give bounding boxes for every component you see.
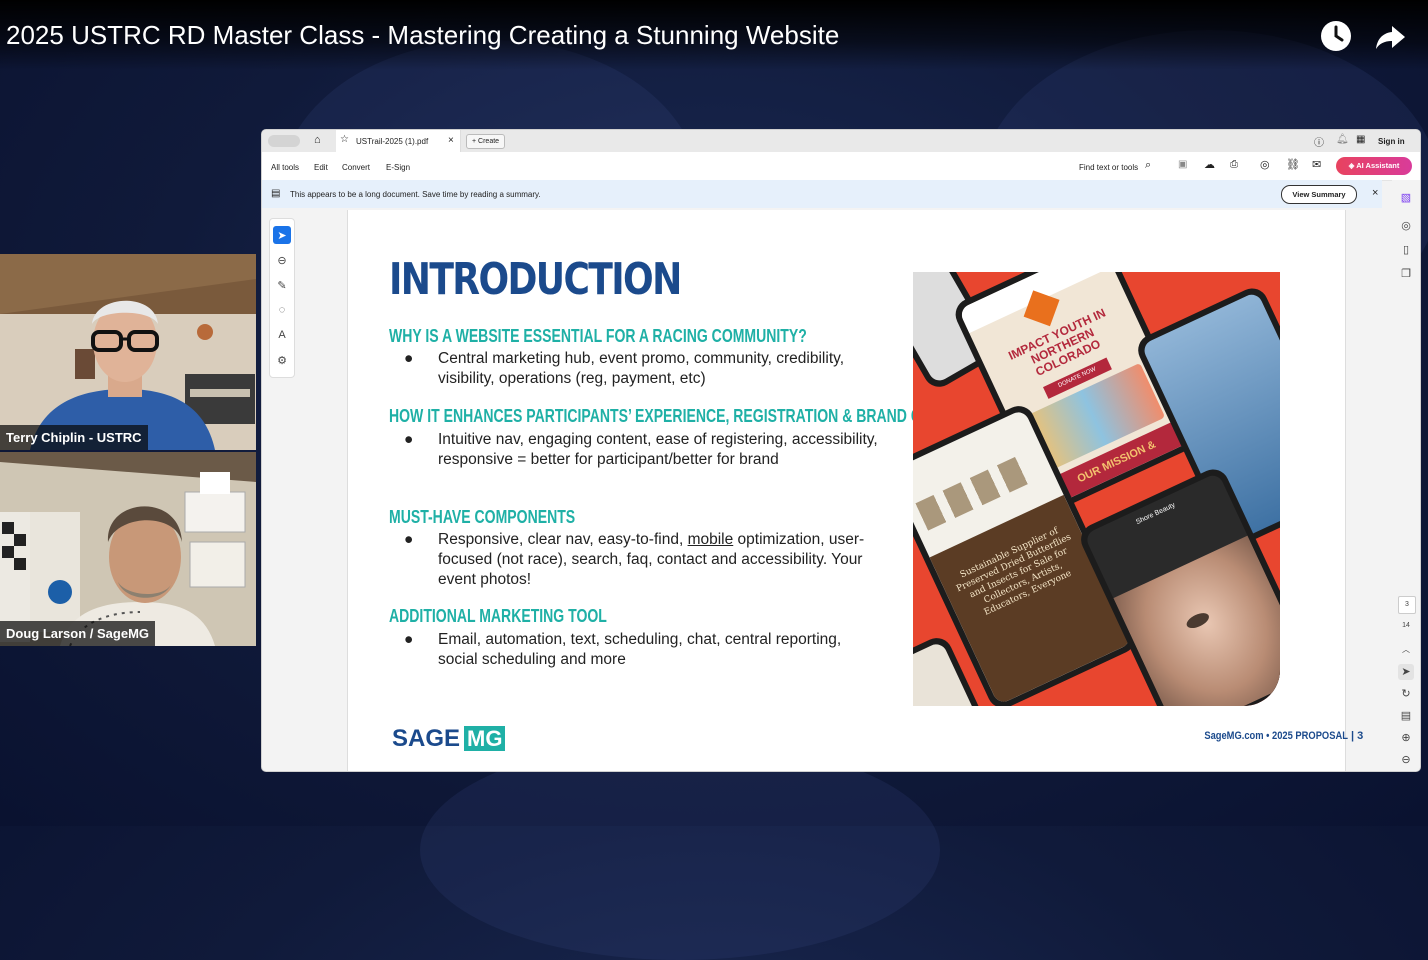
bell-icon[interactable]: 🔔︎ [1336,134,1349,145]
star-icon[interactable]: ☆ [340,134,349,145]
slide-page-number: 3 [1357,730,1364,742]
apps-grid-icon[interactable]: ▦ [1356,134,1365,145]
bullet-text: Central marketing hub, event promo, comm… [438,350,845,387]
window-pill[interactable] [268,135,300,147]
bullet-dot: ● [404,350,414,367]
video-title: 2025 USTRC RD Master Class - Mastering C… [6,20,840,50]
mobile-link[interactable]: mobile [688,531,734,548]
summary-message: This appears to be a long document. Save… [290,190,541,199]
participant-2-image [0,452,256,646]
menu-bar: All tools Edit Convert E-Sign Find text … [262,152,1420,181]
create-label: Create [478,138,500,145]
close-banner-icon[interactable]: × [1372,187,1378,199]
pdf-viewer-window: ⌂ ☆ USTrail-2025 (1).pdf × + Create ⓘ 🔔︎… [262,130,1420,771]
section-bullet: ● Central marketing hub, event promo, co… [404,349,874,389]
section-bullet: ● Intuitive nav, engaging content, ease … [404,430,878,490]
right-rail: ▧ ◎ ▯ ❐ 3 14 ︿ ➤ ↻ ▤ ⊕ ⊖ [1392,180,1420,771]
summary-banner: ▤ This appears to be a long document. Sa… [262,180,1382,208]
sagemg-logo: SAGE MG [392,725,506,753]
page-number-current[interactable]: 3 [1398,596,1416,614]
sign-in-link[interactable]: Sign in [1378,137,1405,146]
pages-icon[interactable]: ❐ [1398,266,1414,282]
upload-cloud-icon[interactable]: ☁ [1204,158,1215,171]
zoom-out-icon[interactable]: ⊖ [1398,752,1414,768]
ai-summary-icon[interactable]: ▧ [1398,190,1414,206]
tab-bar: ⌂ ☆ USTrail-2025 (1).pdf × + Create ⓘ 🔔︎… [262,130,1420,153]
pen-tool-icon[interactable]: ✎ [273,276,291,294]
rotate-icon[interactable]: ↻ [1398,686,1414,702]
link-icon[interactable]: ⛓︎ [1286,158,1300,171]
slide-footer: SageMG.com • 2025 PROPOSAL | 3 [1204,730,1364,742]
summary-icon: ▤ [271,188,281,199]
view-summary-button[interactable]: View Summary [1281,185,1357,204]
share-icon[interactable] [1372,18,1408,54]
section-heading: HOW IT ENHANCES PARTICIPANTS’ EXPERIENCE… [389,406,951,426]
footer-text: SageMG.com • 2025 PROPOSAL [1204,730,1348,742]
ai-assistant-label: AI Assistant [1356,161,1400,170]
menu-all-tools[interactable]: All tools [271,163,299,172]
page-up-icon[interactable]: ︿ [1398,642,1414,658]
tab-pdf[interactable]: ☆ USTrail-2025 (1).pdf × [336,130,461,152]
home-icon[interactable]: ⌂ [314,134,321,146]
page-save-icon[interactable]: ▤ [1398,708,1414,724]
save-icon[interactable]: ▣ [1178,159,1187,170]
participant-video-1: Terry Chiplin - USTRC [0,254,256,450]
bullet-dot: ● [404,431,414,448]
plus-icon: + [472,138,477,145]
zoom-in-icon[interactable]: ⊕ [1398,730,1414,746]
menu-convert[interactable]: Convert [342,163,370,172]
pdf-page: INTRODUCTION WHY IS A WEBSITE ESSENTIAL … [347,210,1363,771]
create-button[interactable]: + Create [466,134,506,149]
logo-sage: SAGE [392,725,461,752]
bullet-text-pre: Responsive, clear nav, easy-to-find, [438,531,688,548]
slide-title: INTRODUCTION [389,254,682,305]
participant-name-tag: Terry Chiplin - USTRC [0,425,148,450]
participant-1-image [0,254,256,450]
participant-video-2: Doug Larson / SageMG [0,452,256,646]
zoom-tool-icon[interactable]: ⊖ [273,251,291,269]
lasso-tool-icon[interactable]: ◌ [273,301,291,319]
section-bullet: ● Email, automation, text, scheduling, c… [404,630,874,670]
tab-label: USTrail-2025 (1).pdf [356,137,429,146]
page-number-total: 14 [1402,622,1410,629]
section-bullet: ● Responsive, clear nav, easy-to-find, m… [404,530,874,590]
ai-assistant-icon: ◈ [1348,161,1355,170]
bullet-text: Intuitive nav, engaging content, ease of… [438,431,878,468]
search-icon[interactable]: ⌕ [1145,159,1151,172]
select-cursor-icon[interactable]: ➤ [273,226,291,244]
section-heading: WHY IS A WEBSITE ESSENTIAL FOR A RACING … [389,326,807,346]
logo-mg: MG [464,726,506,751]
background-shape [420,740,940,960]
bullet-dot: ● [404,531,414,548]
participant-name-tag: Doug Larson / SageMG [0,621,156,646]
bullet-text: Responsive, clear nav, easy-to-find, mob… [438,530,878,590]
left-toolbar: ➤ ⊖ ✎ ◌ A ⚙ [269,218,295,378]
text-box-icon[interactable]: A [273,326,291,344]
print-icon[interactable]: ⎙ [1230,159,1238,170]
bullet-text: Email, automation, text, scheduling, cha… [438,631,842,668]
ai-assistant-button[interactable]: ◈ AI Assistant [1336,157,1412,175]
bullet-dot: ● [404,631,414,648]
bookmark-icon[interactable]: ▯ [1398,242,1414,258]
stamp-tool-icon[interactable]: ⚙ [273,351,291,369]
mobile-mockups-image: IMPACT YOUTH IN NORTHERN COLORADO DONATE… [913,272,1280,706]
menu-esign[interactable]: E-Sign [386,163,410,172]
section-heading: ADDITIONAL MARKETING TOOL [389,606,607,626]
mail-icon[interactable]: ✉ [1312,158,1321,171]
watch-later-icon[interactable] [1318,18,1354,54]
pointer-icon[interactable]: ➤ [1398,664,1414,680]
help-icon[interactable]: ⓘ [1314,134,1324,149]
share-link-icon[interactable]: ◎ [1260,158,1270,171]
menu-edit[interactable]: Edit [314,163,328,172]
close-tab-icon[interactable]: × [448,135,454,146]
phone-brand-text: Shore Beauty [1135,501,1177,527]
section-heading: MUST-HAVE COMPONENTS [389,507,576,527]
find-text-field[interactable]: Find text or tools [1079,163,1138,172]
comment-icon[interactable]: ◎ [1398,218,1414,234]
